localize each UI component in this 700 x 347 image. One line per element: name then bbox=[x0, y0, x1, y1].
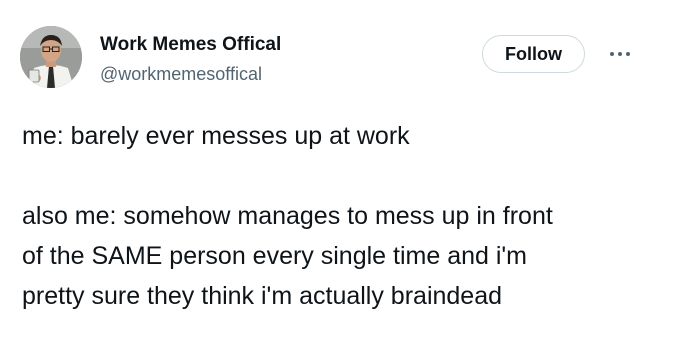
more-options-button[interactable] bbox=[606, 42, 634, 66]
tweet-line: me: barely ever messes up at work bbox=[22, 122, 410, 150]
author-display-name[interactable]: Work Memes Offical bbox=[100, 34, 281, 56]
tweet-line: pretty sure they think i'm actually brai… bbox=[22, 282, 503, 310]
follow-button[interactable]: Follow bbox=[482, 35, 585, 73]
author-avatar[interactable] bbox=[20, 26, 82, 88]
tweet-card: Work Memes Offical @workmemesoffical Fol… bbox=[0, 0, 700, 347]
tweet-text: me: barely ever messes up at work also m… bbox=[22, 116, 682, 316]
avatar-photo-icon bbox=[20, 26, 82, 88]
tweet-line: of the SAME person every single time and… bbox=[22, 242, 528, 270]
more-horizontal-icon bbox=[610, 52, 630, 56]
author-handle[interactable]: @workmemesoffical bbox=[100, 64, 262, 85]
tweet-line: also me: somehow manages to mess up in f… bbox=[22, 202, 553, 230]
